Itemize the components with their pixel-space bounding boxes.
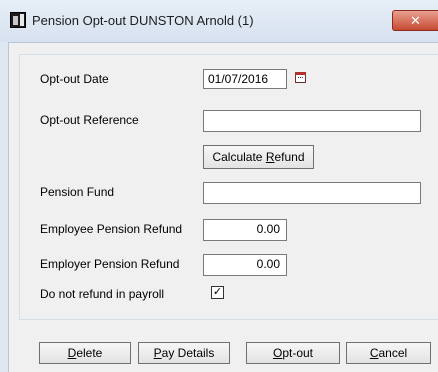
dialog-client-area: Opt-out Date 01/07/2016 Opt-out Referenc… [8, 42, 438, 372]
cancel-button[interactable]: Cancel [346, 342, 431, 364]
pension-fund-field[interactable] [203, 182, 421, 204]
optout-button[interactable]: Opt-out [246, 342, 340, 364]
dialog-window: Pension Opt-out DUNSTON Arnold (1) ✕ Opt… [0, 0, 438, 372]
calendar-button[interactable] [292, 69, 310, 87]
pension-fund-label: Pension Fund [40, 185, 115, 199]
employer-refund-label: Employer Pension Refund [40, 257, 180, 271]
close-button[interactable]: ✕ [392, 10, 438, 31]
checkmark-icon: ✓ [212, 286, 223, 298]
title-bar[interactable]: Pension Opt-out DUNSTON Arnold (1) ✕ [0, 0, 438, 42]
do-not-refund-label: Do not refund in payroll [40, 287, 165, 301]
pay-details-button[interactable]: Pay Details [138, 342, 230, 364]
window-title: Pension Opt-out DUNSTON Arnold (1) [32, 13, 254, 28]
optout-date-label: Opt-out Date [40, 72, 109, 86]
optout-reference-label: Opt-out Reference [40, 113, 139, 127]
optout-date-field[interactable]: 01/07/2016 [203, 69, 287, 89]
delete-button[interactable]: Delete [39, 342, 131, 364]
app-icon [10, 12, 26, 28]
calculate-refund-button[interactable]: Calculate Refund [203, 145, 314, 169]
do-not-refund-checkbox[interactable]: ✓ [211, 286, 224, 299]
employer-refund-field[interactable]: 0.00 [203, 254, 287, 276]
calendar-icon [295, 72, 306, 83]
optout-reference-field[interactable] [203, 110, 421, 132]
employee-refund-field[interactable]: 0.00 [203, 219, 287, 241]
close-icon: ✕ [410, 13, 421, 28]
employee-refund-label: Employee Pension Refund [40, 222, 183, 236]
